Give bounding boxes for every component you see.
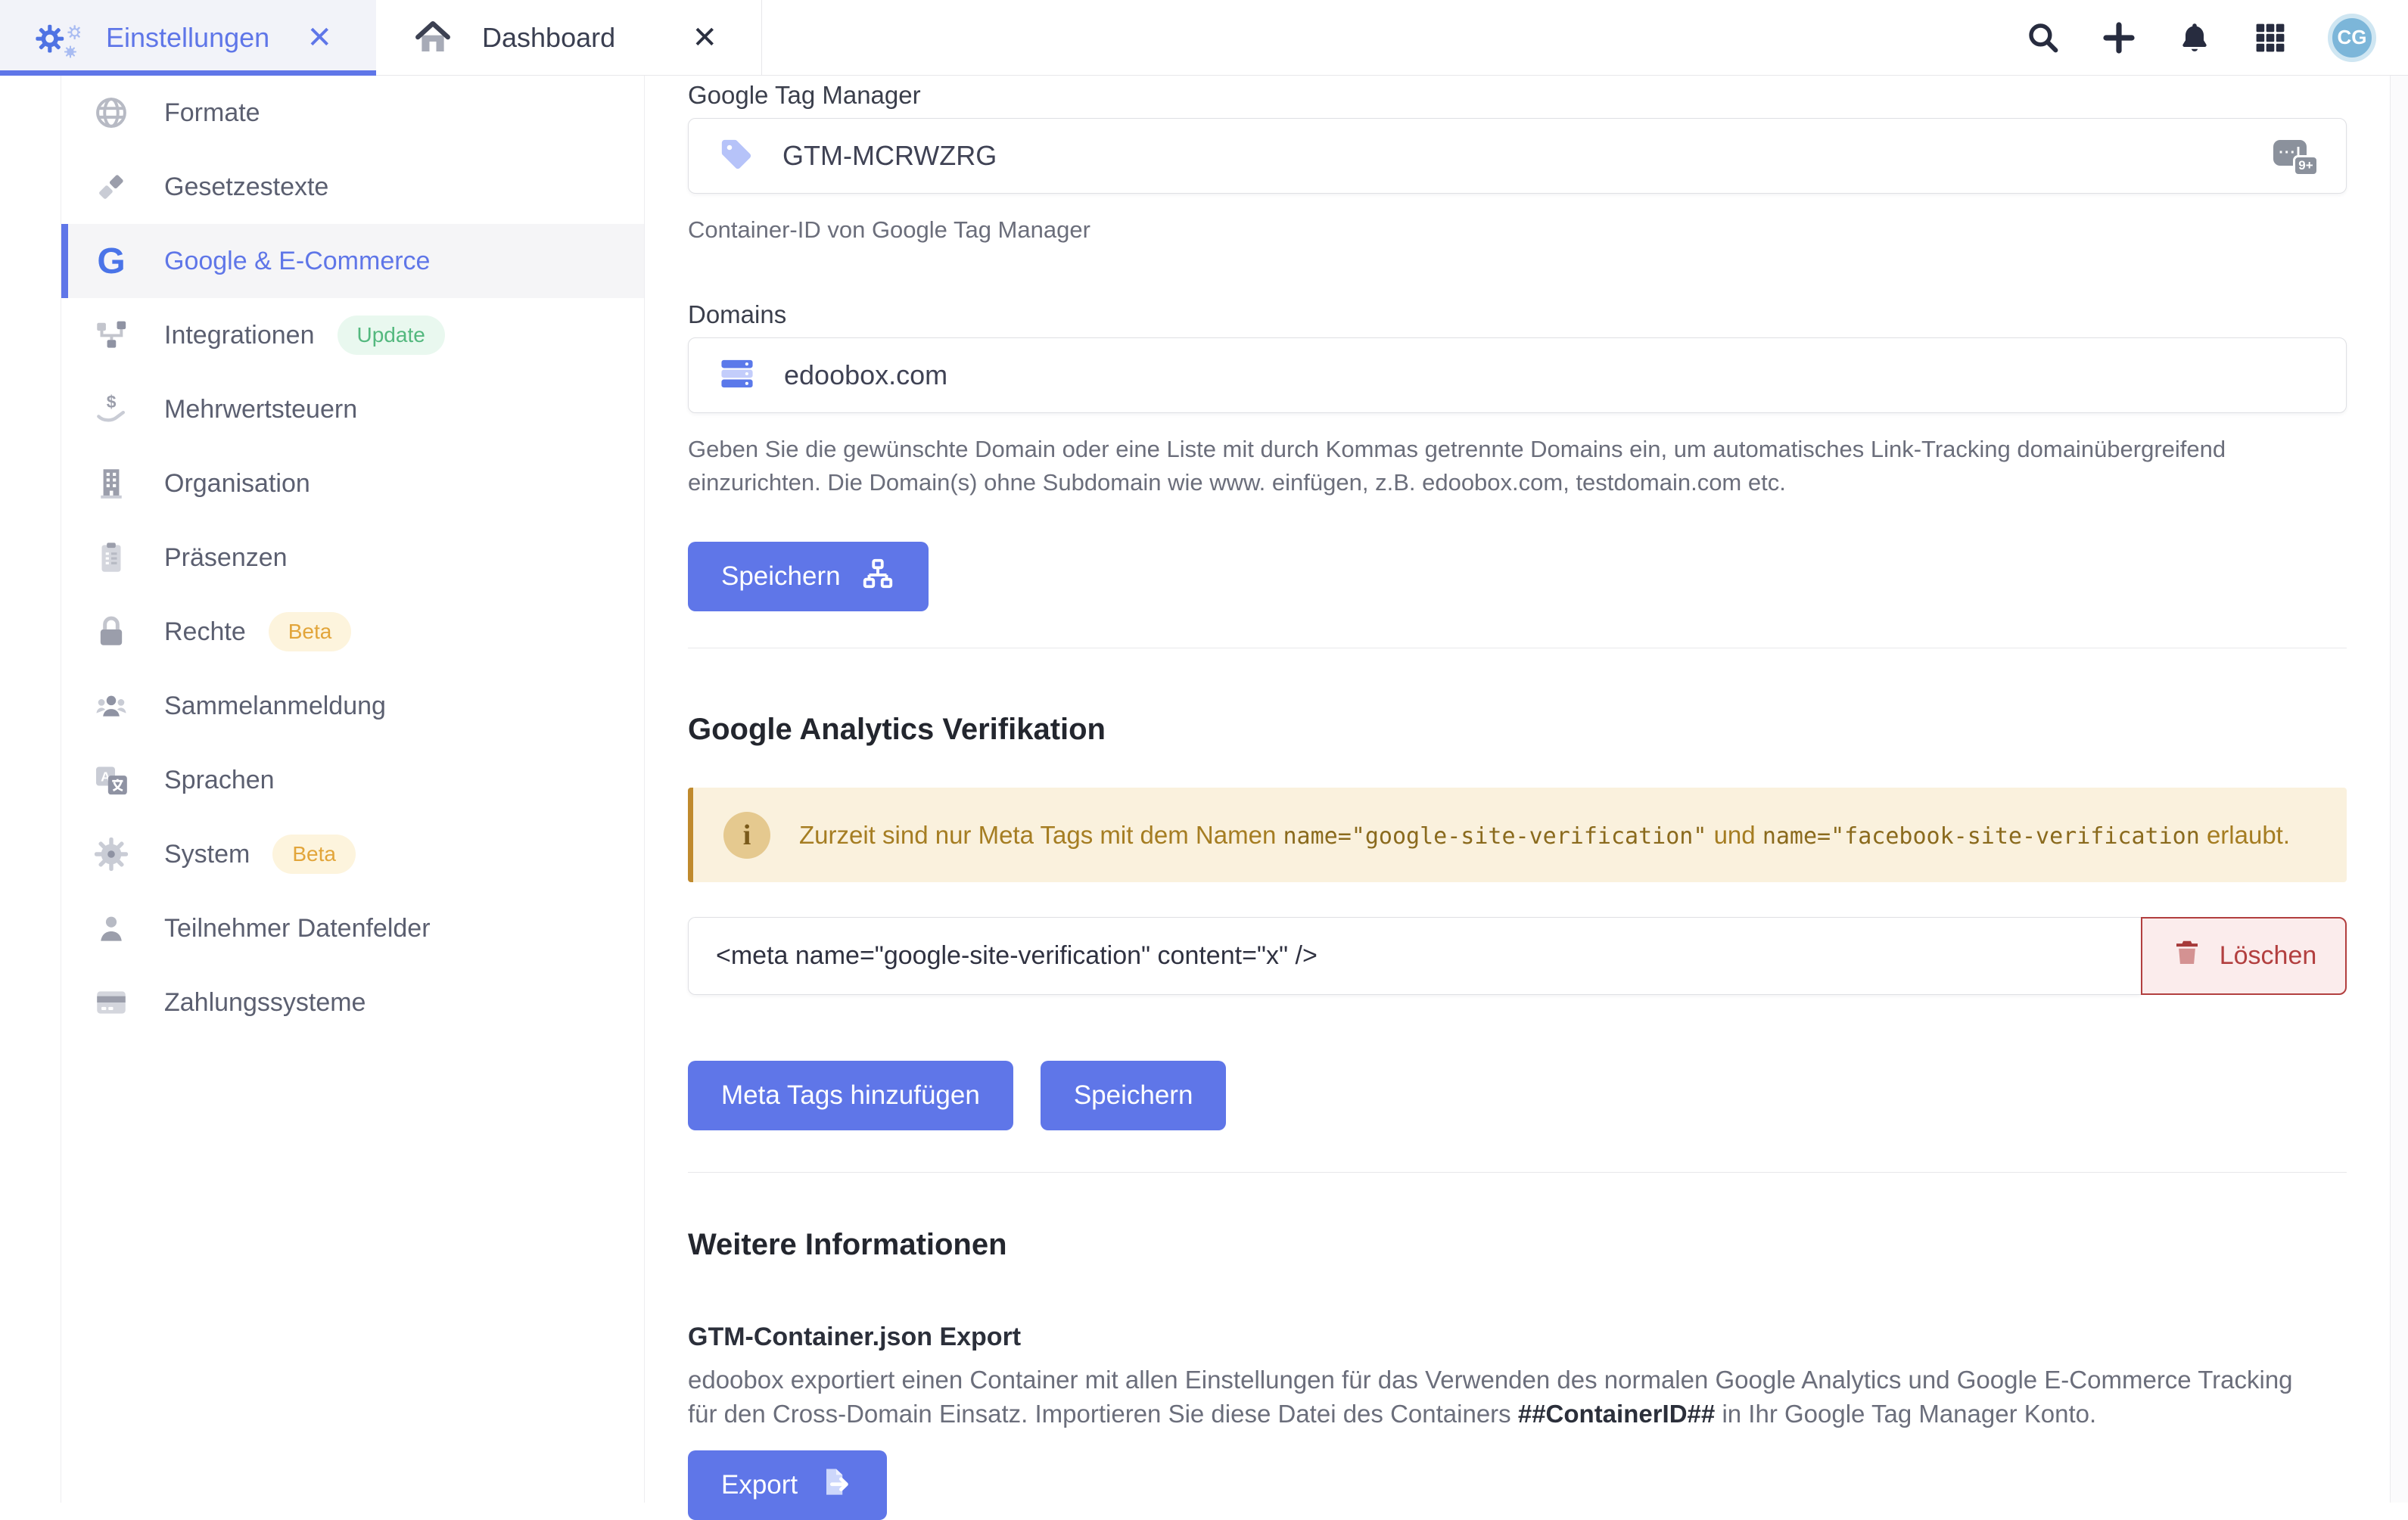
- meta-tag-input[interactable]: [688, 917, 2141, 995]
- sidebar-item-sammelanmeldung[interactable]: Sammelanmeldung: [61, 669, 644, 743]
- sidebar-item-label: Teilnehmer Datenfelder: [164, 914, 431, 943]
- server-icon: [719, 356, 755, 396]
- settings-sidebar: Formate Gesetzestexte G Google & E-Comme…: [61, 76, 645, 1503]
- sidebar-item-label: Formate: [164, 98, 260, 128]
- container-id-placeholder: ##ContainerID##: [1518, 1400, 1715, 1428]
- avatar[interactable]: CG: [2328, 14, 2376, 62]
- sidebar-item-teilnehmer-datenfelder[interactable]: Teilnehmer Datenfelder: [61, 891, 644, 965]
- google-icon: G: [90, 241, 132, 282]
- save-meta-label: Speichern: [1074, 1080, 1193, 1111]
- sidebar-item-sprachen[interactable]: A Sprachen: [61, 743, 644, 817]
- sidebar-item-label: Google & E-Commerce: [164, 247, 430, 276]
- delete-button-label: Löschen: [2220, 941, 2317, 971]
- sidebar-item-gesetzestexte[interactable]: Gesetzestexte: [61, 150, 644, 224]
- sidebar-item-label: Integrationen: [164, 321, 315, 350]
- gtm-label: Google Tag Manager: [688, 80, 2347, 110]
- gtm-input[interactable]: [782, 140, 2273, 172]
- gtm-export-subtitle: GTM-Container.json Export: [688, 1323, 2347, 1352]
- tab-einstellungen[interactable]: Einstellungen ✕: [0, 0, 376, 75]
- home-icon: [409, 14, 456, 61]
- tab-dashboard[interactable]: Dashboard ✕: [376, 0, 762, 75]
- info-icon: i: [723, 812, 770, 859]
- sidebar-item-label: Sprachen: [164, 766, 275, 795]
- sidebar-item-label: Gesetzestexte: [164, 173, 328, 202]
- verification-notice: i Zurzeit sind nur Meta Tags mit dem Nam…: [688, 788, 2347, 882]
- left-gutter: [0, 76, 61, 1503]
- integrations-icon: [90, 316, 132, 354]
- main-layout: Formate Gesetzestexte G Google & E-Comme…: [0, 76, 2408, 1503]
- sidebar-item-label: Rechte: [164, 617, 246, 647]
- verification-notice-text: Zurzeit sind nur Meta Tags mit dem Namen…: [799, 821, 2290, 850]
- scrollbar-track[interactable]: [2390, 76, 2408, 1503]
- gavel-icon: [90, 168, 132, 206]
- save-button-label: Speichern: [721, 561, 841, 592]
- section-divider: [688, 1172, 2347, 1173]
- lock-icon: [90, 613, 132, 651]
- gtm-helper: Container-ID von Google Tag Manager: [688, 213, 2347, 247]
- building-icon: [90, 465, 132, 502]
- file-export-icon: [817, 1464, 854, 1507]
- users-icon: [90, 687, 132, 725]
- sidebar-item-label: System: [164, 840, 250, 869]
- sidebar-item-label: Präsenzen: [164, 543, 288, 573]
- sitemap-icon: [860, 556, 895, 598]
- sidebar-item-formate[interactable]: Formate: [61, 76, 644, 150]
- language-icon: A: [90, 761, 132, 799]
- update-badge: Update: [338, 316, 445, 355]
- top-bar: Einstellungen ✕ Dashboard ✕: [0, 0, 2408, 76]
- beta-badge: Beta: [269, 612, 352, 651]
- export-button[interactable]: Export: [688, 1450, 887, 1520]
- domains-label: Domains: [688, 300, 2347, 330]
- sidebar-item-zahlungssysteme[interactable]: Zahlungssysteme: [61, 965, 644, 1040]
- add-meta-tags-button[interactable]: Meta Tags hinzufügen: [688, 1061, 1013, 1130]
- search-icon[interactable]: [2025, 20, 2061, 56]
- sidebar-item-label: Mehrwertsteuern: [164, 395, 357, 424]
- add-meta-tags-label: Meta Tags hinzufügen: [721, 1080, 980, 1111]
- meta-tag-row: Löschen: [688, 917, 2347, 995]
- domains-helper: Geben Sie die gewünschte Domain oder ein…: [688, 433, 2347, 499]
- domains-input-box: [688, 337, 2347, 413]
- sidebar-item-label: Organisation: [164, 469, 310, 499]
- sidebar-item-rechte[interactable]: Rechte Beta: [61, 595, 644, 669]
- plus-icon[interactable]: [2101, 20, 2137, 56]
- delete-button[interactable]: Löschen: [2141, 917, 2347, 995]
- gears-icon: [33, 14, 80, 61]
- person-icon: [90, 909, 132, 947]
- close-icon[interactable]: ✕: [306, 23, 332, 53]
- tax-icon: $: [90, 390, 132, 428]
- tab-label: Dashboard: [482, 22, 615, 54]
- extension-icon[interactable]: ···I 9+: [2273, 134, 2320, 178]
- tag-icon: [719, 137, 754, 176]
- credit-card-icon: [90, 984, 132, 1021]
- sidebar-item-label: Sammelanmeldung: [164, 692, 386, 721]
- verification-title: Google Analytics Verifikation: [688, 709, 2347, 750]
- clipboard-icon: [90, 539, 132, 577]
- save-meta-button[interactable]: Speichern: [1041, 1061, 1227, 1130]
- sidebar-item-google-ecommerce[interactable]: G Google & E-Commerce: [61, 224, 644, 298]
- bell-icon[interactable]: [2176, 20, 2213, 56]
- tab-label: Einstellungen: [106, 22, 269, 54]
- trash-icon: [2171, 937, 2203, 975]
- sidebar-item-mehrwertsteuern[interactable]: $ Mehrwertsteuern: [61, 372, 644, 446]
- sidebar-item-organisation[interactable]: Organisation: [61, 446, 644, 521]
- gear-icon: [90, 835, 132, 873]
- export-button-label: Export: [721, 1470, 798, 1500]
- settings-content: Google Tag Manager ···I 9+ Container-ID …: [645, 76, 2390, 1503]
- top-actions: CG: [2025, 0, 2408, 75]
- domains-input[interactable]: [784, 359, 2320, 391]
- globe-icon: [90, 94, 132, 132]
- sidebar-item-label: Zahlungssysteme: [164, 988, 366, 1018]
- gtm-input-box: ···I 9+: [688, 118, 2347, 194]
- sidebar-item-integrationen[interactable]: Integrationen Update: [61, 298, 644, 372]
- sidebar-item-system[interactable]: System Beta: [61, 817, 644, 891]
- more-info-title: Weitere Informationen: [688, 1224, 2347, 1265]
- meta-buttons-row: Meta Tags hinzufügen Speichern: [688, 1061, 2347, 1130]
- save-button[interactable]: Speichern: [688, 542, 929, 611]
- close-icon[interactable]: ✕: [692, 23, 717, 53]
- gtm-export-description: edoobox exportiert einen Container mit a…: [688, 1363, 2322, 1431]
- grid-icon[interactable]: [2252, 20, 2288, 56]
- svg-text:$: $: [107, 392, 117, 412]
- beta-badge: Beta: [272, 835, 356, 874]
- sidebar-item-praesenzen[interactable]: Präsenzen: [61, 521, 644, 595]
